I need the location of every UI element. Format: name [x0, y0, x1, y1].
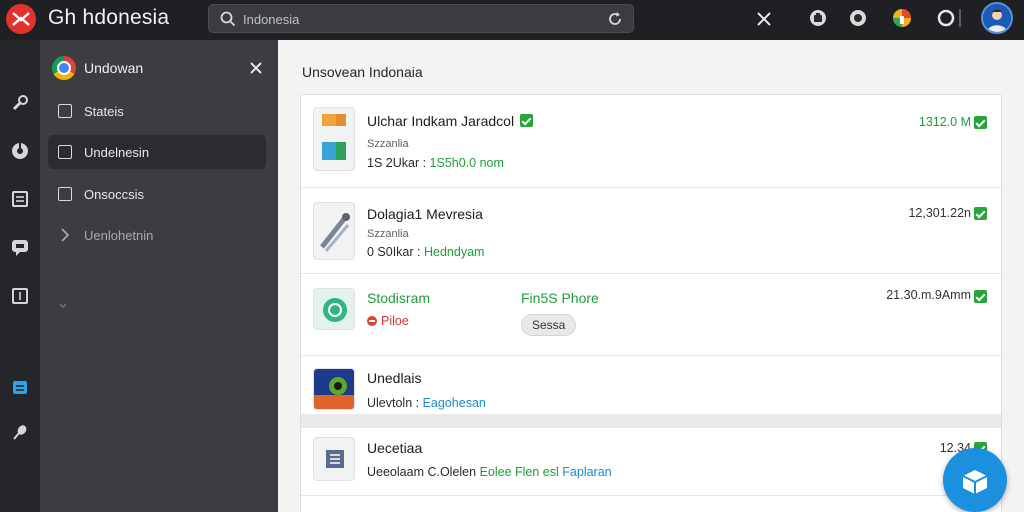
chrome-icon	[52, 56, 76, 80]
calendar-icon[interactable]	[10, 377, 30, 397]
archive-file-icon	[313, 107, 355, 171]
chevron-right-icon	[61, 228, 70, 242]
item-name: Stodisram	[367, 290, 431, 306]
item-size: 21.30.m.9Amm	[886, 288, 971, 302]
complete-check-icon	[974, 116, 987, 129]
box-icon	[962, 470, 988, 494]
close-sidebar-icon[interactable]	[248, 60, 264, 76]
account-circle-icon[interactable]	[848, 8, 868, 28]
sidebar-item-label: Undelnesin	[84, 145, 150, 160]
item-size: 1312.0 M	[918, 115, 971, 129]
circle-app-icon	[313, 288, 355, 330]
item-meta: Ueeolaam C.Olelen Eolee Flen esl Faplara…	[367, 465, 612, 479]
item-mid-label: Fin5S Phore	[521, 290, 599, 306]
complete-check-icon	[974, 207, 987, 220]
sidebar-item-label: Onsoccsis	[84, 187, 144, 202]
search-icon	[220, 11, 236, 27]
sidebar-item-stateis[interactable]: Stateis	[48, 94, 266, 128]
list-item[interactable]: Ulchar Indkam Jaradcol Szzanlia 1S 2Ukar…	[301, 95, 1001, 188]
top-bar: Gh hdonesia	[0, 0, 1024, 40]
list-item-partial	[301, 496, 1001, 512]
item-status: Piloe	[367, 314, 409, 328]
app-logo-icon[interactable]	[6, 4, 36, 34]
search-input[interactable]	[243, 9, 603, 29]
sidebar-item-label: Stateis	[84, 104, 124, 119]
item-size: 12,301.22n	[908, 206, 971, 220]
colorful-app-icon[interactable]	[892, 8, 912, 28]
item-action-button[interactable]: Sessa	[521, 314, 577, 336]
verified-check-icon	[520, 114, 534, 127]
list-item[interactable]: Dolagia1 Mevresia Szzanlia 0 S0Ikar : He…	[301, 188, 1001, 274]
checkbox[interactable]	[58, 187, 72, 201]
icon-rail	[0, 40, 40, 512]
list-item[interactable]: Uecetiaa Ueeolaam C.Olelen Eolee Flen es…	[301, 428, 1001, 496]
sidebar-item-label: Uenlohetnin	[84, 228, 154, 243]
sidebar-item-undelnesin[interactable]: Undelnesin	[48, 135, 266, 169]
sidebar-header-title: Undowan	[84, 60, 144, 76]
pin-icon[interactable]	[10, 422, 30, 442]
progress-bar	[301, 414, 1001, 428]
download-list: Ulchar Indkam Jaradcol Szzanlia 1S 2Ukar…	[300, 94, 1002, 512]
sidebar-item-uenlohetnin[interactable]: Uenlohetnin	[48, 218, 266, 252]
toolbar-divider	[959, 9, 961, 27]
item-meta: 0 S0Ikar : Hedndyam	[367, 245, 485, 259]
error-icon	[367, 316, 377, 326]
item-meta: Ulevtoln : Eagohesan	[367, 396, 486, 410]
sidebar: Undowan Stateis Undelnesin Onsoccsis Uen…	[40, 40, 278, 512]
ring-icon[interactable]	[936, 8, 956, 28]
document-icon[interactable]	[10, 189, 30, 209]
item-meta: 1S 2Ukar : 1S5h0.0 nom	[367, 156, 504, 170]
main-panel: Unsovean Indonaia Ulchar Indkam Jaradcol…	[278, 40, 1024, 512]
checkbox[interactable]	[58, 104, 72, 118]
item-name: Ulchar Indkam Jaradcol	[367, 113, 534, 129]
avatar[interactable]	[981, 2, 1013, 34]
floating-action-button[interactable]	[943, 448, 1007, 512]
chat-icon[interactable]	[10, 237, 30, 257]
refresh-icon[interactable]	[607, 11, 623, 27]
checkbox[interactable]	[58, 145, 72, 159]
globe-icon[interactable]	[10, 141, 30, 161]
chevron-down-icon[interactable]	[58, 302, 68, 310]
item-name: Uecetiaa	[367, 440, 423, 456]
sidebar-header: Undowan	[52, 56, 268, 80]
image-icon[interactable]	[10, 286, 30, 306]
search-bar[interactable]	[208, 4, 634, 33]
list-item[interactable]: Stodisram Piloe Fin5S Phore Sessa 21.30.…	[301, 274, 1001, 356]
wrench-icon[interactable]	[10, 93, 30, 113]
package-file-icon	[313, 437, 355, 481]
item-subtitle: Szzanlia	[367, 228, 409, 240]
close-icon[interactable]	[754, 9, 774, 29]
sidebar-item-onsoccsis[interactable]: Onsoccsis	[48, 177, 266, 211]
page-title: Unsovean Indonaia	[302, 64, 423, 80]
item-subtitle: Szzanlia	[367, 138, 409, 150]
tools-file-icon	[313, 202, 355, 260]
extension-icon[interactable]	[808, 8, 828, 28]
item-name: Unedlais	[367, 370, 422, 386]
item-name: Dolagia1 Mevresia	[367, 206, 483, 222]
game-cover-icon	[313, 368, 355, 410]
app-title: Gh hdonesia	[48, 6, 170, 29]
complete-check-icon	[974, 290, 987, 303]
